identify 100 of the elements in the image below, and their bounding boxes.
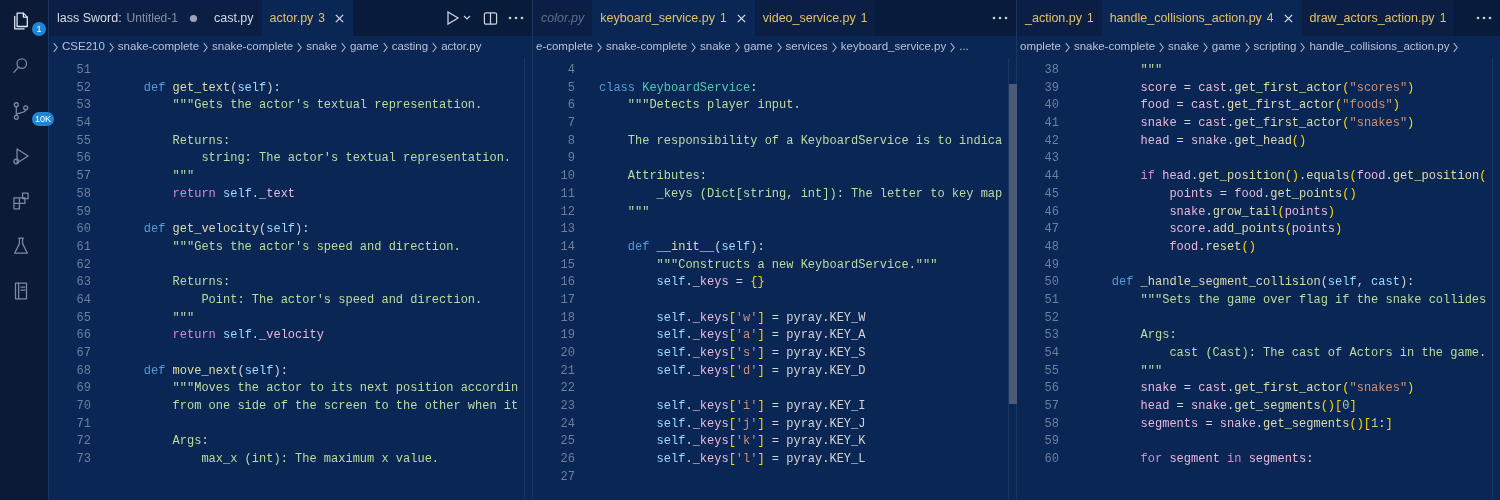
code-line: self._keys['i'] = pyray.KEY_I [655, 398, 866, 416]
blocks-icon[interactable] [10, 190, 32, 212]
code-line: """ [1139, 62, 1163, 79]
editor-tab[interactable]: handle_collisions_action.py 4 [1101, 0, 1302, 36]
breadcrumb-item[interactable]: snake-complete [117, 38, 200, 56]
breadcrumb-item[interactable]: ... [959, 38, 969, 56]
run-icon[interactable] [445, 10, 473, 26]
breadcrumb-item[interactable]: game [743, 38, 773, 56]
line-number: 27 [559, 468, 575, 486]
breadcrumb-item[interactable]: handle_collisions_action.py [1309, 38, 1450, 56]
breadcrumb-item[interactable]: snake [306, 38, 337, 56]
line-number: 51 [75, 62, 91, 79]
line-number: 41 [1043, 115, 1059, 133]
line-number: 63 [75, 274, 91, 292]
code-line: def __init__(self): [626, 238, 765, 256]
code-line: self._keys['j'] = pyray.KEY_J [655, 415, 866, 433]
count-badge: 10K [32, 112, 54, 126]
line-number: 22 [559, 380, 575, 398]
code-line: snake = cast.get_first_actor("snakes") [1139, 115, 1415, 133]
breadcrumb-item[interactable]: snake-complete [212, 38, 294, 56]
breadcrumb-item[interactable]: e-complete [536, 38, 593, 56]
breadcrumb-item[interactable]: CSE210 [62, 38, 105, 56]
code-line: def move_next(self): [142, 362, 288, 380]
line-number: 11 [559, 185, 575, 203]
chevron-icon [830, 41, 838, 53]
code-line: self._keys['d'] = pyray.KEY_D [655, 362, 866, 380]
code-line: if head.get_position().equals(food.get_position( [1139, 168, 1487, 186]
code-line: """ [171, 168, 195, 186]
line-number: 59 [1043, 433, 1059, 451]
split-editor-icon[interactable] [483, 10, 498, 26]
more-icon[interactable] [508, 16, 524, 20]
line-number: 4 [566, 62, 575, 79]
breadcrumb-item[interactable]: snake-complete [605, 38, 688, 56]
code-line: max_x (int): The maximum x value. [200, 451, 440, 469]
breadcrumb-item[interactable]: game [349, 38, 379, 56]
line-number: 38 [1043, 62, 1059, 79]
breadcrumb-item[interactable]: scripting [1253, 38, 1297, 56]
breadcrumb-item[interactable]: game [1211, 38, 1241, 56]
line-number: 45 [1043, 185, 1059, 203]
breadcrumb-item[interactable]: services [785, 38, 828, 56]
line-number: 46 [1043, 203, 1059, 221]
code-line: self._keys['l'] = pyray.KEY_L [655, 451, 866, 469]
line-number: 56 [1043, 380, 1059, 398]
line-number: 57 [1043, 398, 1059, 416]
editor-tab[interactable]: video_service.py 1 [754, 0, 876, 36]
line-number: 9 [566, 150, 575, 168]
line-number: 53 [75, 97, 91, 115]
line-number: 39 [1043, 79, 1059, 97]
editor-tab[interactable]: keyboard_service.py 1 [592, 0, 755, 36]
editor-tab[interactable]: actor.py 3 [261, 0, 354, 36]
code-line: self._keys['s'] = pyray.KEY_S [655, 345, 866, 362]
breadcrumb-item[interactable]: snake-complete [1073, 38, 1156, 56]
scroll-thumb[interactable] [1009, 84, 1017, 404]
code-line: Args: [1139, 327, 1177, 345]
line-number: 61 [75, 238, 91, 256]
line-number: 25 [559, 433, 575, 451]
breadcrumb-item[interactable]: omplete [1020, 38, 1061, 56]
code-line: Args: [171, 433, 209, 451]
line-number: 48 [1043, 238, 1059, 256]
line-number: 19 [559, 327, 575, 345]
code-line: def get_velocity(self): [142, 221, 310, 239]
code-line: return self._text [171, 185, 296, 203]
line-number: 58 [75, 185, 91, 203]
close-icon[interactable] [735, 12, 747, 24]
line-number: 49 [1043, 256, 1059, 274]
chevron-icon [431, 41, 439, 53]
close-icon[interactable] [334, 12, 346, 24]
code-line: class KeyboardService: [599, 79, 758, 97]
editor-tab[interactable]: lass Sword: Untitled-1 [49, 0, 206, 36]
line-number: 69 [75, 380, 91, 398]
breadcrumb-item[interactable]: snake [700, 38, 731, 56]
breadcrumb-item[interactable]: actor.py [441, 38, 482, 56]
code-line: Attributes: [626, 168, 708, 186]
line-number: 23 [559, 398, 575, 416]
breadcrumb-item[interactable]: snake [1168, 38, 1199, 56]
line-number: 59 [75, 203, 91, 221]
close-icon[interactable] [1282, 12, 1294, 24]
line-number: 51 [1043, 291, 1059, 309]
line-number: 16 [559, 274, 575, 292]
line-number: 6 [566, 97, 575, 115]
line-number: 47 [1043, 221, 1059, 239]
editor-tab[interactable]: draw_actors_action.py 1 [1301, 0, 1455, 36]
chevron-icon [381, 41, 389, 53]
line-number: 8 [566, 132, 575, 150]
more-icon[interactable] [992, 16, 1008, 20]
line-number: 53 [1043, 327, 1059, 345]
editor-tab[interactable]: _action.py 1 [1017, 0, 1102, 36]
code-line: """Moves the actor to its next position accordin [171, 380, 519, 398]
chevron-icon [1299, 41, 1307, 53]
line-number: 67 [75, 345, 91, 362]
line-number: 60 [1043, 451, 1059, 469]
line-number: 54 [75, 115, 91, 133]
line-number: 24 [559, 415, 575, 433]
breadcrumb-item[interactable]: casting [391, 38, 429, 56]
chevron-icon [949, 41, 957, 53]
line-number: 14 [559, 238, 575, 256]
breadcrumb-item[interactable]: keyboard_service.py [840, 38, 947, 56]
editor-tab[interactable]: cast.py [205, 0, 262, 36]
more-icon[interactable] [1476, 16, 1492, 20]
code-line: Returns: [171, 274, 231, 292]
